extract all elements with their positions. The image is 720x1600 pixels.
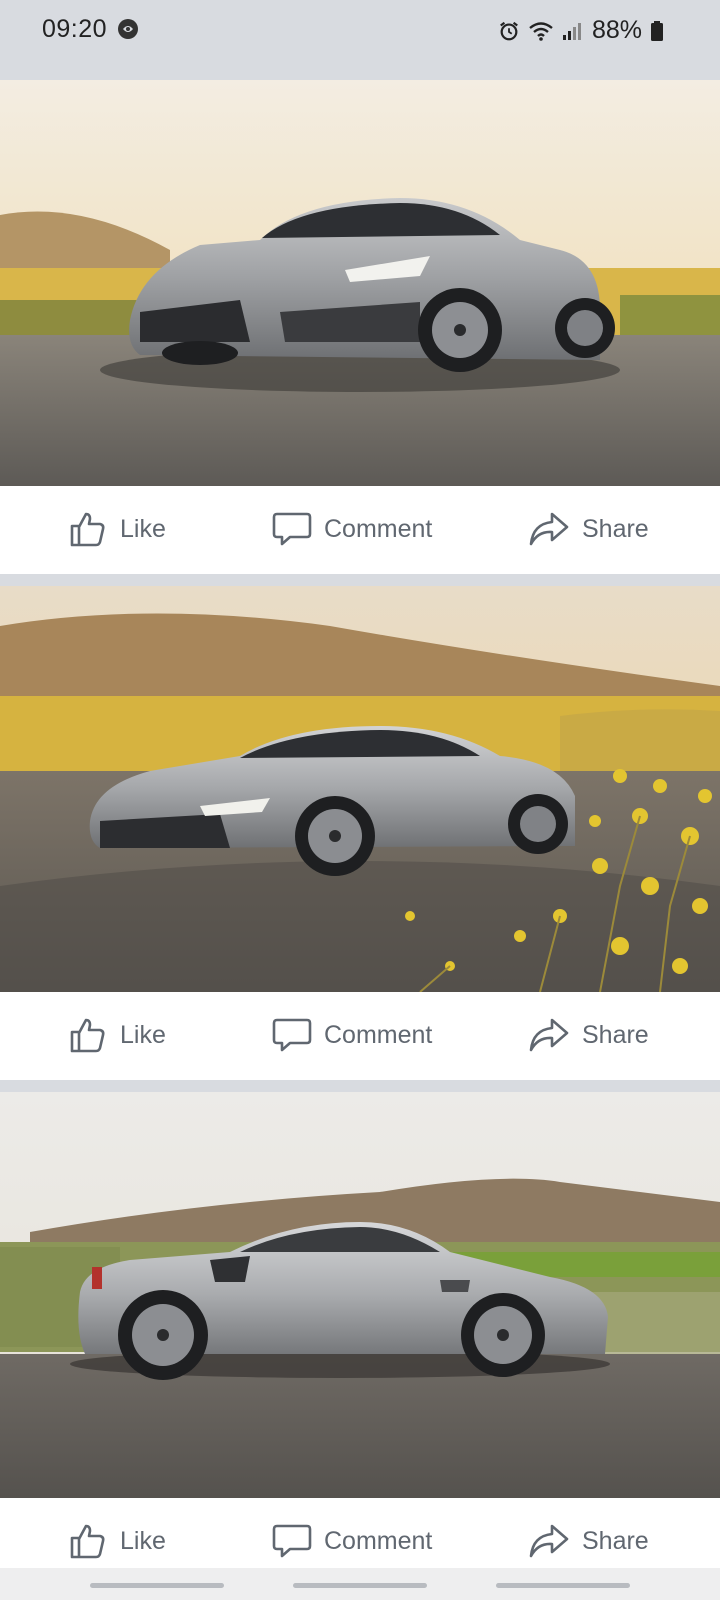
thumbs-up-icon (70, 1018, 105, 1053)
post-actions: Like Comment Share (0, 992, 720, 1078)
share-button[interactable]: Share (528, 992, 649, 1078)
nav-recent-apps-button[interactable] (90, 1583, 224, 1588)
post-actions: Like Comment Share (0, 486, 720, 572)
feed-post: Like Comment Share (0, 80, 720, 574)
comment-icon (272, 1018, 312, 1052)
share-arrow-icon (529, 1524, 569, 1558)
comment-label: Comment (324, 514, 433, 543)
comment-label: Comment (324, 1526, 433, 1555)
status-icons: 88% (498, 16, 664, 45)
thumbs-up-icon (70, 1524, 105, 1559)
status-bar: 09:20 88% (0, 0, 720, 50)
post-photo[interactable] (0, 1092, 720, 1498)
comment-icon (272, 1524, 312, 1558)
status-time: 09:20 (42, 15, 108, 43)
alarm-icon (500, 21, 518, 40)
car-photo-front-left (0, 586, 720, 992)
like-button[interactable]: Like (68, 486, 166, 572)
like-button[interactable]: Like (68, 992, 166, 1078)
feed-post: Like Comment Share (0, 586, 720, 1080)
share-label: Share (582, 1020, 649, 1049)
feed-post: Like Comment Share (0, 1092, 720, 1584)
wifi-icon (529, 21, 553, 41)
post-photo[interactable] (0, 80, 720, 486)
comment-icon (272, 512, 312, 546)
share-label: Share (582, 1526, 649, 1555)
car-photo-side-profile (0, 1092, 720, 1498)
like-label: Like (120, 1020, 166, 1049)
system-nav-bar (0, 1568, 720, 1600)
post-photo[interactable] (0, 586, 720, 992)
car-photo-front-three-quarter (0, 80, 720, 486)
comment-button[interactable]: Comment (272, 486, 432, 572)
battery-percent: 88% (591, 16, 642, 44)
share-arrow-icon (529, 512, 569, 546)
signal-icon (562, 22, 581, 40)
like-label: Like (120, 514, 166, 543)
share-label: Share (582, 514, 649, 543)
like-label: Like (120, 1526, 166, 1555)
comment-button[interactable]: Comment (272, 992, 432, 1078)
share-arrow-icon (529, 1018, 569, 1052)
battery-icon (651, 20, 663, 41)
thumbs-up-icon (70, 512, 105, 547)
nav-home-button[interactable] (293, 1583, 427, 1588)
notification-icon (118, 19, 138, 39)
share-button[interactable]: Share (528, 486, 649, 572)
comment-label: Comment (324, 1020, 433, 1049)
nav-back-button[interactable] (496, 1583, 630, 1588)
